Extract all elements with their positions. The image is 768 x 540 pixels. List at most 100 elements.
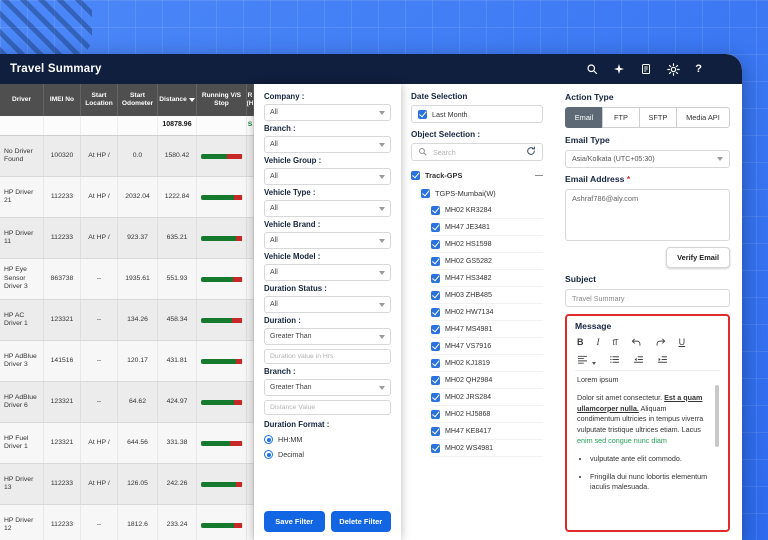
email-address-field[interactable]: Ashraf786@aly.com	[565, 189, 730, 241]
table-row[interactable]: HP Driver 11112233At HP /923.37635.21	[0, 218, 254, 259]
vehicle-item[interactable]: MH47 VS7916	[431, 338, 543, 355]
checkbox-checked[interactable]	[431, 308, 440, 317]
col-start-odometer[interactable]: Start Odometer	[118, 84, 158, 116]
filter-select[interactable]: All	[264, 168, 391, 185]
underline-button[interactable]: U	[679, 338, 686, 347]
vehicle-item[interactable]: MH02 HS1598	[431, 236, 543, 253]
verify-email-button[interactable]: Verify Email	[666, 247, 730, 268]
col-distance[interactable]: Distance	[158, 84, 197, 116]
radio-dot[interactable]	[264, 435, 273, 444]
indent-increase-icon[interactable]	[657, 354, 668, 365]
bold-button[interactable]: B	[577, 338, 584, 347]
filter-select[interactable]: All	[264, 296, 391, 313]
delete-filter-button[interactable]: Delete Filter	[331, 511, 392, 532]
filter-select[interactable]: Greater Than	[264, 328, 391, 345]
checkbox-checked[interactable]	[431, 393, 440, 402]
col-running-vs-stop[interactable]: Running V/S Stop	[197, 84, 247, 116]
checkbox-checked[interactable]	[431, 325, 440, 334]
checkbox-checked[interactable]	[431, 206, 440, 215]
favorites-icon[interactable]	[613, 63, 625, 75]
vehicle-item[interactable]: MH02 GS5282	[431, 253, 543, 270]
radio-hhmm[interactable]: HH:MM	[264, 435, 391, 444]
filter-value-input[interactable]	[264, 349, 391, 364]
filter-select[interactable]: Greater Than	[264, 379, 391, 396]
vehicle-item[interactable]: MH02 JRS284	[431, 389, 543, 406]
align-left-icon[interactable]	[577, 354, 588, 365]
action-tab-email[interactable]: Email	[565, 107, 603, 128]
radio-dot[interactable]	[264, 450, 273, 459]
help-icon[interactable]: ?	[695, 64, 702, 75]
vehicle-item[interactable]: MH47 KE8417	[431, 423, 543, 440]
action-tab-sftp[interactable]: SFTP	[639, 107, 677, 128]
vehicle-item[interactable]: MH02 WS4981	[431, 440, 543, 457]
subject-input[interactable]	[565, 289, 730, 307]
font-size-button[interactable]: tT	[613, 339, 618, 347]
table-row[interactable]: HP Driver 12112233--1812.6233.24	[0, 505, 254, 540]
report-icon[interactable]	[640, 63, 652, 75]
checkbox-checked[interactable]	[431, 376, 440, 385]
checkbox-checked[interactable]	[431, 444, 440, 453]
checkbox-checked[interactable]	[418, 110, 427, 119]
page-title: Travel Summary	[10, 63, 102, 75]
redo-icon[interactable]	[655, 337, 666, 348]
settings-gear-icon[interactable]	[667, 63, 680, 76]
vehicle-item[interactable]: MH47 JE3481	[431, 219, 543, 236]
checkbox-checked[interactable]	[431, 427, 440, 436]
save-filter-button[interactable]: Save Filter	[264, 511, 325, 532]
radio-decimal[interactable]: Decimal	[264, 450, 391, 459]
checkbox-checked[interactable]	[431, 240, 440, 249]
table-row[interactable]: HP Fuel Driver 1123321At HP /644.56331.3…	[0, 423, 254, 464]
checkbox-checked[interactable]	[431, 359, 440, 368]
filter-select[interactable]: All	[264, 264, 391, 281]
collapse-all-icon[interactable]: —	[535, 171, 543, 180]
checkbox-checked[interactable]	[411, 171, 420, 180]
table-row[interactable]: No Driver Found100320At HP /0.01580.42	[0, 136, 254, 177]
vehicle-item[interactable]: MH02 KJ1819	[431, 355, 543, 372]
bullet-list-icon[interactable]	[609, 354, 620, 365]
vehicle-item[interactable]: MH02 HJ5868	[431, 406, 543, 423]
vehicle-item[interactable]: MH47 MS4981	[431, 321, 543, 338]
message-body[interactable]: Lorem ipsum Dolor sit amet consectetur. …	[575, 371, 720, 525]
checkbox-checked[interactable]	[431, 410, 440, 419]
action-tab-ftp[interactable]: FTP	[602, 107, 640, 128]
checkbox-checked[interactable]	[421, 189, 430, 198]
vehicle-item[interactable]: MH47 HS3482	[431, 270, 543, 287]
filter-select[interactable]: All	[264, 104, 391, 121]
sort-icon[interactable]	[189, 98, 195, 102]
action-tab-media-api[interactable]: Media API	[676, 107, 730, 128]
vehicle-item[interactable]: MH02 QH2984	[431, 372, 543, 389]
tree-group-mumbai[interactable]: TGPS-Mumbai(W)	[411, 184, 543, 202]
table-row[interactable]: HP AC Driver 1123321--134.26458.34	[0, 300, 254, 341]
checkbox-checked[interactable]	[431, 274, 440, 283]
message-scrollbar[interactable]	[715, 385, 719, 447]
italic-button[interactable]: I	[597, 338, 600, 347]
date-selection-field[interactable]: Last Month	[411, 105, 543, 123]
vehicle-item[interactable]: MH02 HW7134	[431, 304, 543, 321]
filter-value-input[interactable]	[264, 400, 391, 415]
col-imei[interactable]: IMEI No	[44, 84, 81, 116]
checkbox-checked[interactable]	[431, 223, 440, 232]
table-row[interactable]: HP AdBlue Driver 3141516--120.17431.81	[0, 341, 254, 382]
refresh-icon[interactable]	[526, 143, 536, 161]
table-row[interactable]: HP Eye Sensor Driver 3863738--1935.61551…	[0, 259, 254, 300]
vehicle-item[interactable]: MH02 KR3284	[431, 202, 543, 219]
vehicle-item[interactable]: MH03 ZHB485	[431, 287, 543, 304]
email-type-select[interactable]: Asia/Kolkata (UTC+05:30)	[565, 150, 730, 168]
object-search-box[interactable]	[411, 143, 543, 161]
filter-select[interactable]: All	[264, 232, 391, 249]
indent-decrease-icon[interactable]	[633, 354, 644, 365]
table-row[interactable]: HP Driver 21112233At HP /2032.041222.84	[0, 177, 254, 218]
table-row[interactable]: HP Driver 13112233At HP /126.05242.26	[0, 464, 254, 505]
col-start-location[interactable]: Start Location	[81, 84, 118, 116]
search-icon[interactable]	[586, 63, 598, 75]
filter-select[interactable]: All	[264, 136, 391, 153]
tree-root-trackgps[interactable]: Track-GPS —	[411, 166, 543, 184]
table-row[interactable]: HP AdBlue Driver 6123321--64.62424.97	[0, 382, 254, 423]
object-search-input[interactable]	[431, 147, 522, 158]
checkbox-checked[interactable]	[431, 342, 440, 351]
checkbox-checked[interactable]	[431, 257, 440, 266]
checkbox-checked[interactable]	[431, 291, 440, 300]
undo-icon[interactable]	[631, 337, 642, 348]
filter-select[interactable]: All	[264, 200, 391, 217]
col-driver[interactable]: Driver	[0, 84, 44, 116]
